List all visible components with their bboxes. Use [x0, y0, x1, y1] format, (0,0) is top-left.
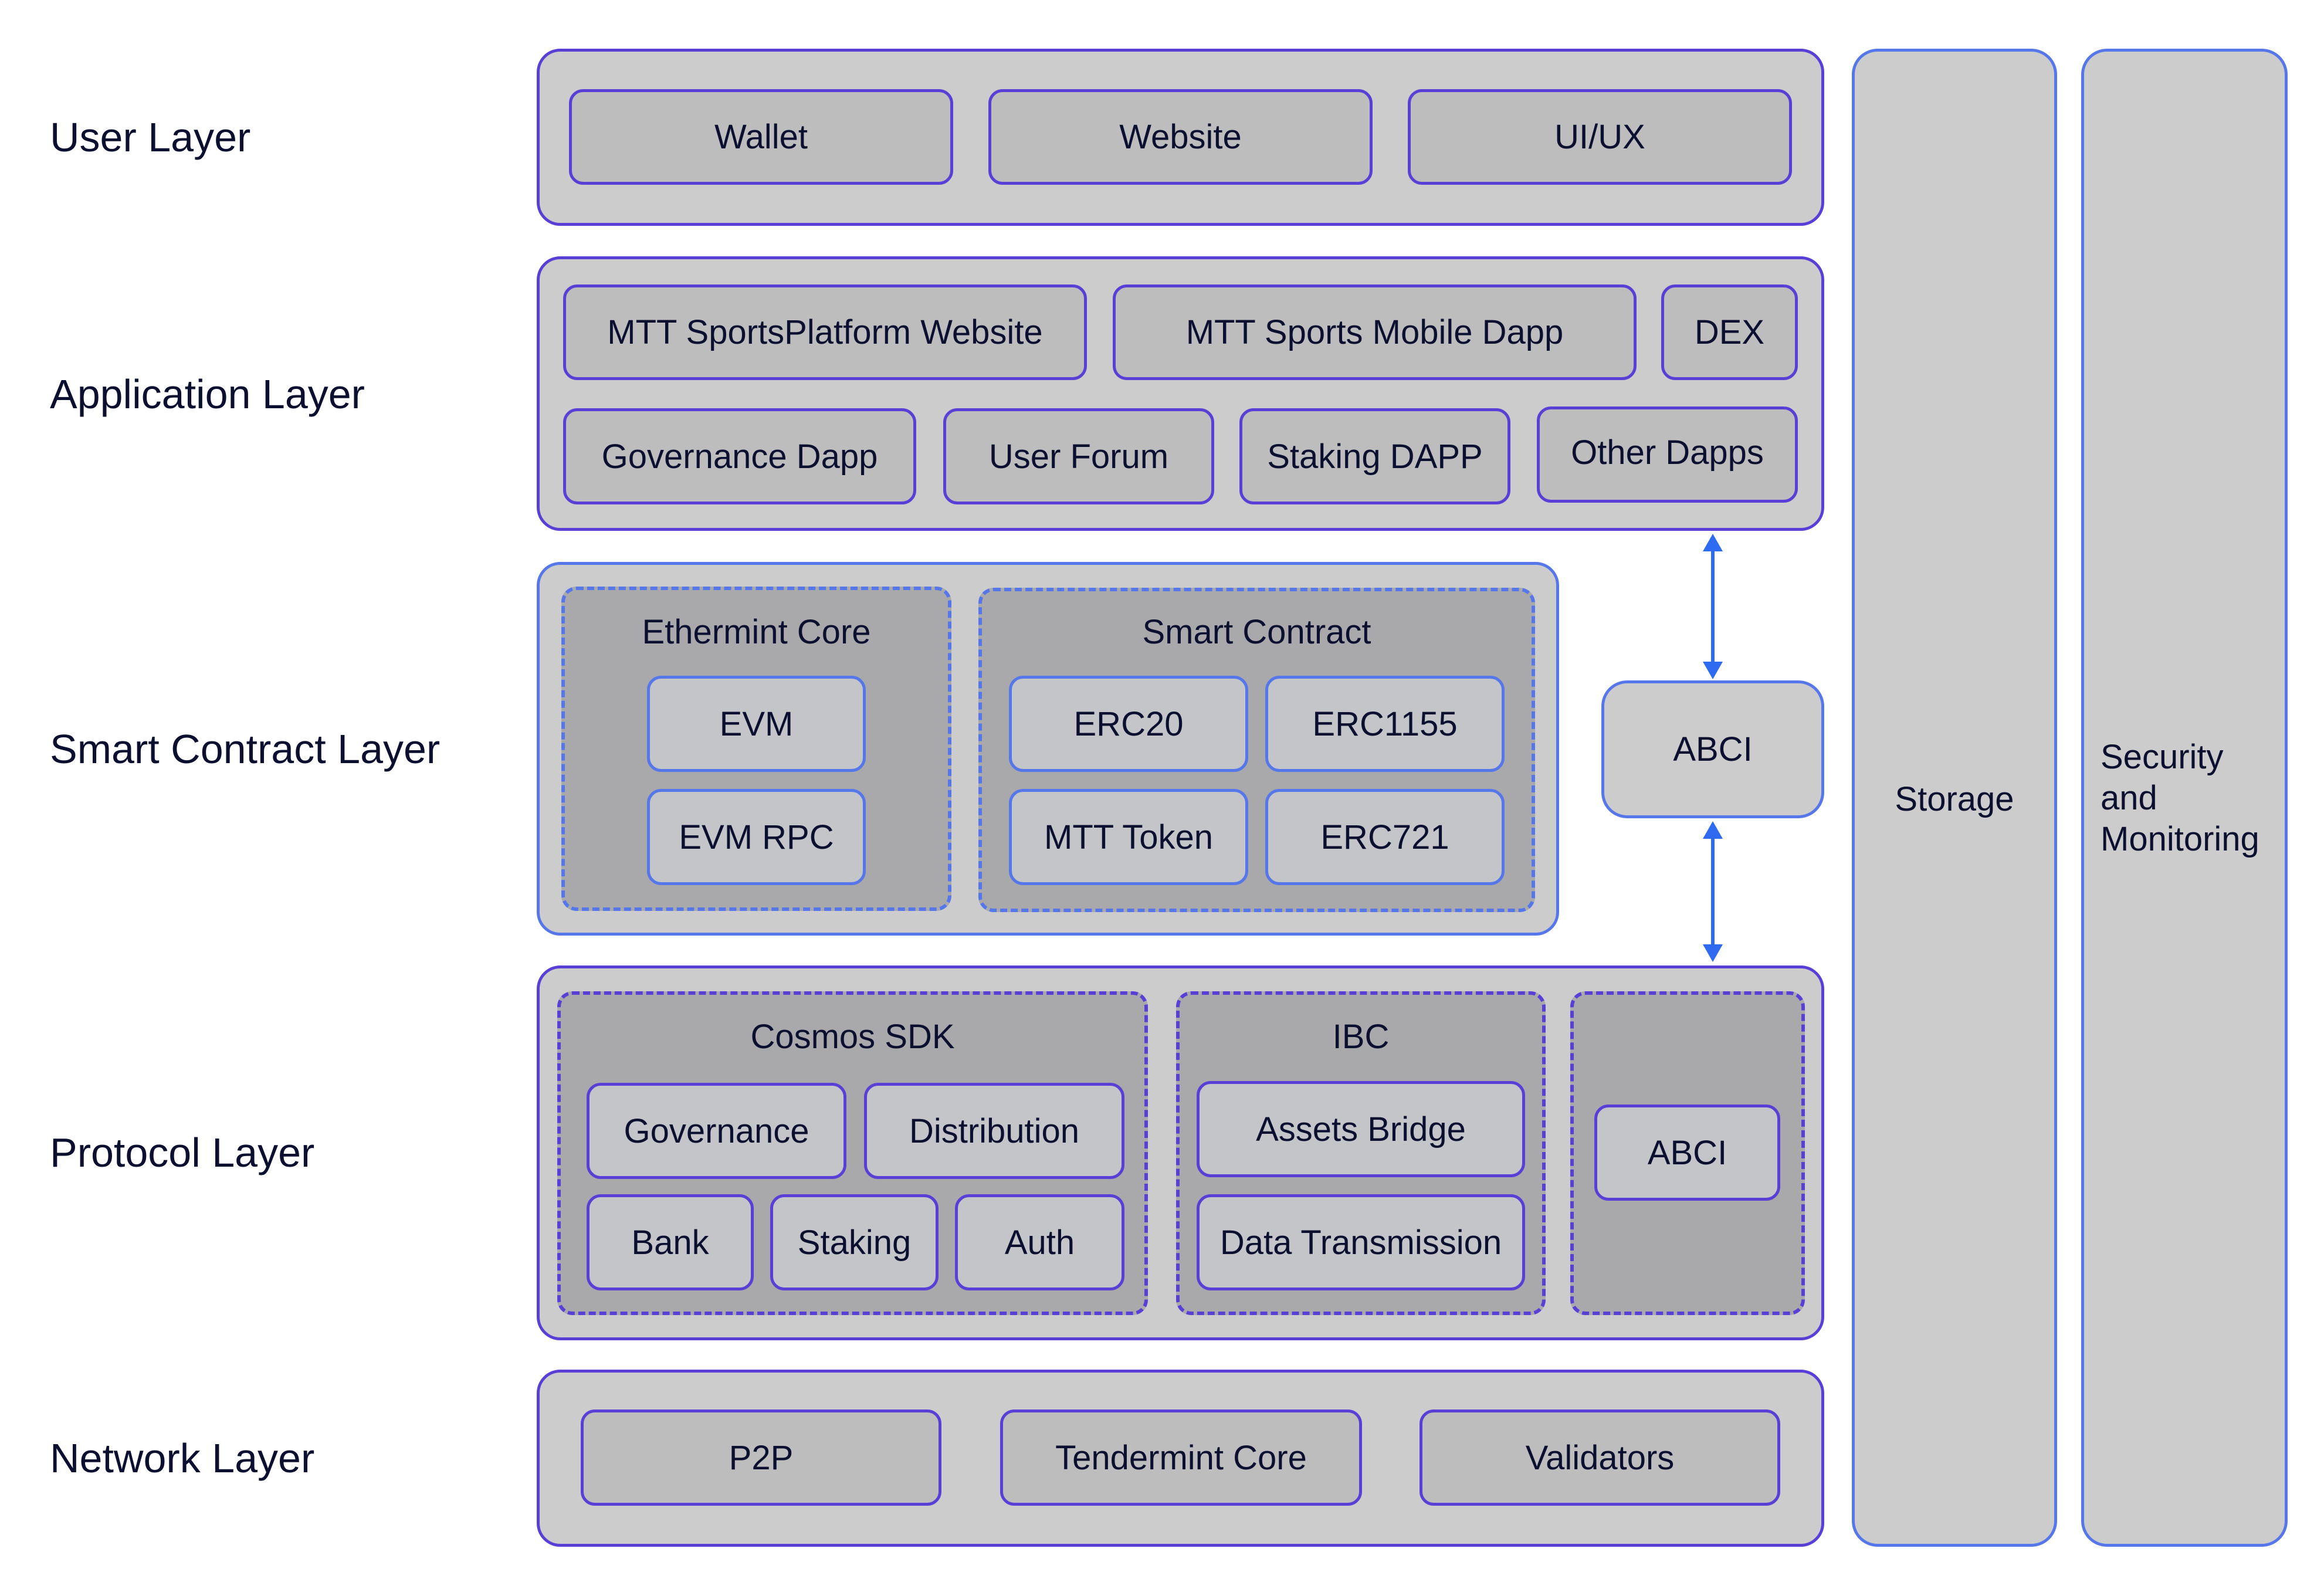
arrow-app-to-abci [1703, 534, 1723, 679]
dex-box[interactable]: DEX [1661, 284, 1798, 380]
user-forum-box[interactable]: User Forum [943, 408, 1214, 504]
erc721-box[interactable]: ERC721 [1265, 789, 1505, 885]
website-box[interactable]: Website [988, 89, 1373, 185]
mtt-sportsplatform-website-box[interactable]: MTT SportsPlatform Website [563, 284, 1087, 380]
ibc-title: IBC [1332, 1018, 1390, 1056]
p2p-box[interactable]: P2P [581, 1410, 941, 1506]
bank-module-box[interactable]: Bank [587, 1194, 754, 1290]
erc1155-box[interactable]: ERC1155 [1265, 676, 1505, 772]
protocol-layer-label: Protocol Layer [50, 1130, 315, 1175]
storage-label: Storage [1895, 780, 2014, 818]
governance-module-box[interactable]: Governance [587, 1083, 846, 1179]
distribution-module-box[interactable]: Distribution [864, 1083, 1124, 1179]
tendermint-core-box[interactable]: Tendermint Core [1000, 1410, 1362, 1506]
abci-connector-box[interactable]: ABCI [1601, 680, 1824, 818]
arrow-head-up [1703, 821, 1723, 839]
cosmos-sdk-title: Cosmos SDK [750, 1018, 955, 1056]
application-layer-label: Application Layer [50, 371, 365, 417]
security-label-line-2: and [2101, 779, 2157, 817]
security-monitoring-column[interactable]: Security and Monitoring [2081, 49, 2288, 1547]
user-layer-label: User Layer [50, 114, 251, 160]
mtt-sports-mobile-dapp-box[interactable]: MTT Sports Mobile Dapp [1113, 284, 1637, 380]
abci-protocol-box[interactable]: ABCI [1594, 1104, 1780, 1201]
security-monitoring-label: Security and Monitoring [2101, 737, 2259, 860]
evm-rpc-box[interactable]: EVM RPC [647, 789, 866, 885]
mtt-token-box[interactable]: MTT Token [1009, 789, 1248, 885]
ethermint-core-title: Ethermint Core [642, 613, 871, 651]
wallet-box[interactable]: Wallet [569, 89, 953, 185]
data-transmission-box[interactable]: Data Transmission [1197, 1194, 1525, 1290]
evm-box[interactable]: EVM [647, 676, 866, 772]
assets-bridge-box[interactable]: Assets Bridge [1197, 1081, 1525, 1177]
arrow-head-up [1703, 534, 1723, 551]
ui-ux-box[interactable]: UI/UX [1408, 89, 1792, 185]
smart-contract-layer-label: Smart Contract Layer [50, 726, 441, 772]
security-label-line-3: Monitoring [2101, 820, 2259, 858]
validators-box[interactable]: Validators [1420, 1410, 1780, 1506]
storage-column[interactable]: Storage [1852, 49, 2057, 1547]
staking-dapp-box[interactable]: Staking DAPP [1239, 408, 1510, 504]
other-dapps-box[interactable]: Other Dapps [1537, 406, 1798, 503]
staking-module-box[interactable]: Staking [770, 1194, 939, 1290]
arrow-head-down [1703, 662, 1723, 679]
arrow-abci-to-protocol [1703, 821, 1723, 962]
auth-module-box[interactable]: Auth [955, 1194, 1124, 1290]
arrow-head-down [1703, 944, 1723, 962]
network-layer-label: Network Layer [50, 1435, 315, 1481]
smart-contract-title: Smart Contract [1142, 613, 1371, 651]
erc20-box[interactable]: ERC20 [1009, 676, 1248, 772]
governance-dapp-box[interactable]: Governance Dapp [563, 408, 916, 504]
security-label-line-1: Security [2101, 738, 2224, 776]
